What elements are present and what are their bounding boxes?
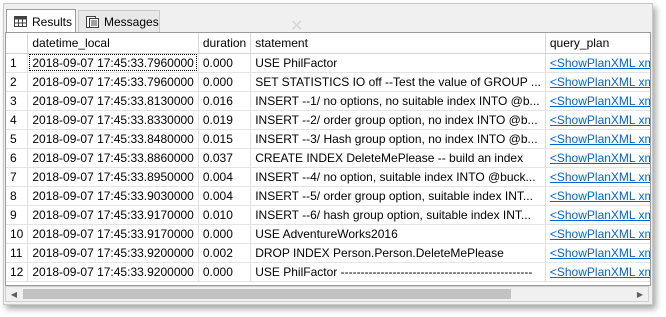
grid-icon <box>14 16 27 27</box>
query-plan-link[interactable]: <ShowPlanXML xmlns <box>545 53 650 73</box>
row-number[interactable]: 1 <box>6 53 29 73</box>
table-row[interactable]: 2 2018-09-07 17:45:33.7960000 0.000 SET STA… <box>6 72 650 92</box>
cell-statement[interactable]: INSERT --4/ no option, suitable index IN… <box>250 167 546 187</box>
tab-messages-label: Messages <box>104 14 159 29</box>
cell-datetime-local[interactable]: 2018-09-07 17:45:33.9200000 <box>27 262 199 282</box>
query-plan-link[interactable]: <ShowPlanXML xmlns <box>545 262 650 282</box>
table-row[interactable]: 6 2018-09-07 17:45:33.8860000 0.037 CREATE … <box>6 148 650 168</box>
header-rownum[interactable] <box>6 33 29 54</box>
header-row: datetime_local duration statement query_… <box>6 33 650 54</box>
cell-duration[interactable]: 0.010 <box>198 205 252 225</box>
header-statement[interactable]: statement <box>250 33 546 54</box>
query-plan-link[interactable]: <ShowPlanXML xmlns <box>545 148 650 168</box>
cell-duration[interactable]: 0.016 <box>198 91 252 111</box>
cell-datetime-local[interactable]: 2018-09-07 17:45:33.9030000 <box>27 186 199 206</box>
cell-datetime-local[interactable]: 2018-09-07 17:45:33.8950000 <box>27 167 199 187</box>
table-row[interactable]: 8 2018-09-07 17:45:33.9030000 0.004 INSERT … <box>6 186 650 206</box>
cell-duration[interactable]: 0.037 <box>198 148 252 168</box>
cell-datetime-local[interactable]: 2018-09-07 17:45:33.9170000 <box>27 224 199 244</box>
query-plan-link[interactable]: <ShowPlanXML xmlns <box>545 167 650 187</box>
cell-statement[interactable]: USE PhilFactor <box>250 53 546 73</box>
cell-datetime-local[interactable]: 2018-09-07 17:45:33.8130000 <box>27 91 199 111</box>
cell-statement[interactable]: USE AdventureWorks2016 <box>250 224 546 244</box>
cell-datetime-local[interactable]: 2018-09-07 17:45:33.9170000 <box>27 205 199 225</box>
results-tabbar: Results Messages ✕ <box>4 4 652 35</box>
header-query-plan[interactable]: query_plan <box>545 33 650 54</box>
query-plan-link[interactable]: <ShowPlanXML xmlns <box>545 129 650 149</box>
cell-statement[interactable]: DROP INDEX Person.Person.DeleteMePlease <box>250 243 546 263</box>
table-row[interactable]: 12 2018-09-07 17:45:33.9200000 0.000 USE Ph… <box>6 262 650 282</box>
header-datetime-local[interactable]: datetime_local <box>27 33 199 54</box>
query-plan-link[interactable]: <ShowPlanXML xmlns <box>545 110 650 130</box>
row-number[interactable]: 3 <box>6 91 29 111</box>
cell-statement[interactable]: INSERT --1/ no options, no suitable inde… <box>250 91 546 111</box>
cell-duration[interactable]: 0.000 <box>198 72 252 92</box>
cell-duration[interactable]: 0.000 <box>198 262 252 282</box>
row-number[interactable]: 4 <box>6 110 29 130</box>
cell-statement[interactable]: USE PhilFactor -------------------------… <box>250 262 546 282</box>
table-row[interactable]: 1 2018-09-07 17:45:33.7960000 0.000 USE Phi… <box>6 53 650 73</box>
table-row[interactable]: 5 2018-09-07 17:45:33.8480000 0.015 INSERT … <box>6 129 650 149</box>
results-grid[interactable]: datetime_local duration statement query_… <box>5 32 651 286</box>
scrollbar-thumb[interactable] <box>23 289 511 299</box>
cell-duration[interactable]: 0.004 <box>198 167 252 187</box>
cell-statement[interactable]: INSERT --2/ order group option, no index… <box>250 110 546 130</box>
query-plan-link[interactable]: <ShowPlanXML xmlns <box>545 72 650 92</box>
tab-results[interactable]: Results <box>6 9 76 33</box>
cell-statement[interactable]: INSERT --3/ Hash group option, no index … <box>250 129 546 149</box>
header-duration[interactable]: duration <box>198 33 252 54</box>
cell-datetime-local[interactable]: 2018-09-07 17:45:33.8330000 <box>27 110 199 130</box>
row-number[interactable]: 10 <box>6 224 29 244</box>
cell-duration[interactable]: 0.004 <box>198 186 252 206</box>
row-number[interactable]: 9 <box>6 205 29 225</box>
scroll-right-icon[interactable]: ▶ <box>632 287 648 301</box>
query-plan-link[interactable]: <ShowPlanXML xmlns <box>545 91 650 111</box>
cell-statement[interactable]: CREATE INDEX DeleteMePlease -- build an … <box>250 148 546 168</box>
cell-datetime-local[interactable]: 2018-09-07 17:45:33.7960000 <box>27 72 199 92</box>
cell-duration[interactable]: 0.000 <box>198 224 252 244</box>
table-row[interactable]: 7 2018-09-07 17:45:33.8950000 0.004 INSERT … <box>6 167 650 187</box>
table-row[interactable]: 10 2018-09-07 17:45:33.9170000 0.000 USE Ad… <box>6 224 650 244</box>
results-table: datetime_local duration statement query_… <box>6 33 650 282</box>
cell-duration[interactable]: 0.019 <box>198 110 252 130</box>
row-number[interactable]: 11 <box>6 243 29 263</box>
row-number[interactable]: 6 <box>6 148 29 168</box>
cell-statement[interactable]: SET STATISTICS IO off --Test the value o… <box>250 72 546 92</box>
query-plan-link[interactable]: <ShowPlanXML xmlns <box>545 186 650 206</box>
table-row[interactable]: 11 2018-09-07 17:45:33.9200000 0.002 DROP I… <box>6 243 650 263</box>
query-plan-link[interactable]: <ShowPlanXML xmlns <box>545 224 650 244</box>
row-number[interactable]: 8 <box>6 186 29 206</box>
row-number[interactable]: 12 <box>6 262 29 282</box>
table-row[interactable]: 4 2018-09-07 17:45:33.8330000 0.019 INSERT … <box>6 110 650 130</box>
results-window: Results Messages ✕ datetime_local durati… <box>3 3 653 305</box>
row-number[interactable]: 7 <box>6 167 29 187</box>
row-number[interactable]: 2 <box>6 72 29 92</box>
cell-duration[interactable]: 0.002 <box>198 243 252 263</box>
cell-datetime-local[interactable]: 2018-09-07 17:45:33.7960000 <box>27 53 199 73</box>
query-plan-link[interactable]: <ShowPlanXML xmlns <box>545 205 650 225</box>
cell-datetime-local[interactable]: 2018-09-07 17:45:33.8480000 <box>27 129 199 149</box>
tab-messages[interactable]: Messages <box>78 10 160 32</box>
cell-datetime-local[interactable]: 2018-09-07 17:45:33.9200000 <box>27 243 199 263</box>
cell-statement[interactable]: INSERT --5/ order group option, suitable… <box>250 186 546 206</box>
cell-duration[interactable]: 0.015 <box>198 129 252 149</box>
table-row[interactable]: 3 2018-09-07 17:45:33.8130000 0.016 INSERT … <box>6 91 650 111</box>
row-number[interactable]: 5 <box>6 129 29 149</box>
cell-statement[interactable]: INSERT --6/ hash group option, suitable … <box>250 205 546 225</box>
cell-datetime-local[interactable]: 2018-09-07 17:45:33.8860000 <box>27 148 199 168</box>
messages-icon <box>86 15 99 28</box>
horizontal-scrollbar[interactable]: ◀ ▶ <box>5 286 649 302</box>
cell-duration[interactable]: 0.000 <box>198 53 252 73</box>
scroll-left-icon[interactable]: ◀ <box>6 287 22 301</box>
table-row[interactable]: 9 2018-09-07 17:45:33.9170000 0.010 INSERT … <box>6 205 650 225</box>
query-plan-link[interactable]: <ShowPlanXML xmlns <box>545 243 650 263</box>
tab-results-label: Results <box>32 14 73 29</box>
